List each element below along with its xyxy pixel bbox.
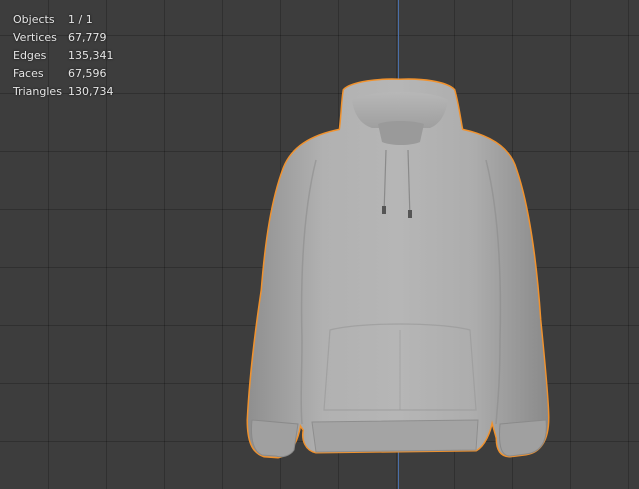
hood-neck-shadow (378, 121, 424, 145)
waistband (311, 419, 479, 453)
hoodie-mesh[interactable] (0, 0, 639, 489)
right-cuff (499, 419, 547, 457)
left-aglet (382, 206, 386, 214)
left-cuff (251, 419, 299, 458)
right-aglet (408, 210, 412, 218)
3d-viewport[interactable]: Objects 1 / 1 Vertices 67,779 Edges 135,… (0, 0, 639, 489)
